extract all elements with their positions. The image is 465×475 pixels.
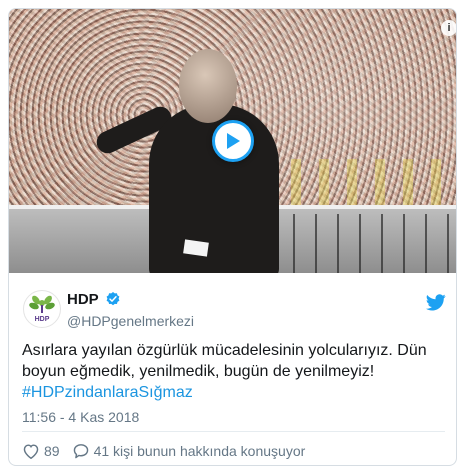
- play-icon: [227, 133, 240, 149]
- info-icon[interactable]: i: [441, 20, 456, 36]
- stage-railing: [249, 214, 456, 273]
- tweet-text: Asırlara yayılan özgürlük mücadelesinin …: [22, 340, 447, 403]
- avatar-caption: HDP: [35, 316, 50, 323]
- tweet-body: Asırlara yayılan özgürlük mücadelesinin …: [22, 342, 427, 380]
- account-handle[interactable]: @HDPgenelmerkezi: [67, 313, 194, 329]
- speaker-head: [179, 49, 237, 123]
- conversation-text: 41 kişi bunun hakkında konuşuyor: [93, 443, 306, 459]
- hdp-logo-icon: HDP: [29, 295, 55, 323]
- tweet-embed-card: i HDP HDP @HDPgenelmerkezi Asırlara yayı…: [8, 8, 457, 466]
- tweet-header: HDP HDP @HDPgenelmerkezi: [9, 273, 456, 337]
- like-count: 89: [44, 443, 60, 459]
- video-thumbnail[interactable]: i: [9, 9, 456, 273]
- conversation-button[interactable]: 41 kişi bunun hakkında konuşuyor: [72, 443, 306, 459]
- avatar[interactable]: HDP: [23, 290, 61, 328]
- twitter-bird-icon[interactable]: [426, 294, 446, 311]
- divider: [22, 431, 445, 432]
- tweet-actions: 89 41 kişi bunun hakkında konuşuyor: [22, 441, 317, 461]
- heart-icon: [23, 444, 39, 459]
- verified-badge-icon: [106, 292, 120, 306]
- comment-icon: [73, 444, 88, 459]
- play-button[interactable]: [212, 120, 254, 162]
- account-name[interactable]: HDP: [67, 291, 99, 308]
- like-button[interactable]: 89: [22, 443, 60, 459]
- tweet-timestamp[interactable]: 11:56 - 4 Kas 2018: [22, 409, 139, 425]
- hashtag-link[interactable]: #HDPzindanlaraSığmaz: [22, 384, 193, 401]
